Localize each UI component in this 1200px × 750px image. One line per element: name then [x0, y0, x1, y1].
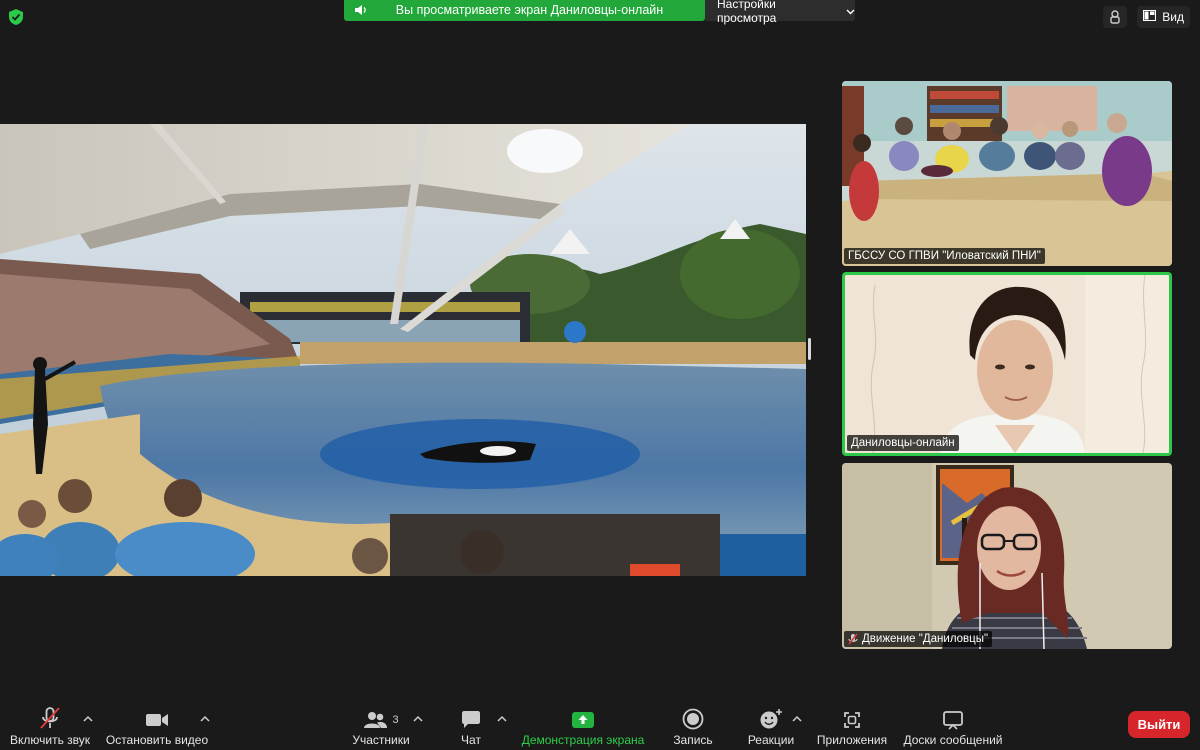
reactions-options-chevron-icon[interactable] — [792, 710, 802, 722]
chat-icon — [460, 706, 482, 730]
participant-name-label: Движение "Даниловцы" — [844, 631, 993, 647]
shared-screen-content[interactable] — [0, 124, 806, 576]
mic-muted-icon — [848, 633, 858, 645]
top-right-controls: Вид — [1103, 6, 1190, 28]
record-button[interactable]: Запись — [668, 700, 718, 750]
split-view-handle[interactable] — [808, 338, 811, 360]
privacy-indicator-icon[interactable] — [1103, 6, 1128, 28]
participants-options-chevron-icon[interactable] — [413, 710, 423, 722]
view-icon — [1143, 10, 1157, 24]
share-screen-button[interactable]: Демонстрация экрана — [516, 700, 650, 750]
chevron-down-icon — [846, 4, 855, 18]
participants-count: 3 — [392, 714, 399, 726]
reactions-button[interactable]: Реакции — [742, 700, 800, 750]
whiteboard-icon — [942, 706, 964, 730]
view-options-button[interactable]: Настройки просмотра — [705, 0, 855, 25]
audio-options-chevron-icon[interactable] — [83, 710, 93, 722]
meeting-toolbar: Включить звук Остановить видео 3 Участни… — [0, 700, 1200, 750]
camera-icon — [144, 706, 170, 730]
chat-button[interactable]: Чат — [446, 700, 496, 750]
top-bar: Вы просматриваете экран Даниловцы-онлайн… — [0, 0, 1200, 36]
view-button-label: Вид — [1162, 10, 1184, 24]
unmute-button[interactable]: Включить звук — [4, 700, 96, 750]
stop-video-button[interactable]: Остановить видео — [104, 700, 210, 750]
reactions-icon — [759, 706, 783, 730]
record-icon — [682, 706, 704, 730]
video-tile-participant-1[interactable]: ГБССУ СО ГПВИ "Иловатский ПНИ" — [842, 81, 1172, 266]
video-tile-participant-2-active-speaker[interactable]: Даниловцы-онлайн — [842, 272, 1172, 456]
share-banner-text: Вы просматриваете экран Даниловцы-онлайн — [395, 3, 664, 17]
mic-muted-icon — [38, 706, 62, 730]
share-screen-icon — [571, 706, 595, 730]
participant-name-label: Даниловцы-онлайн — [847, 435, 959, 451]
view-button[interactable]: Вид — [1137, 6, 1190, 28]
screen-share-banner: Вы просматриваете экран Даниловцы-онлайн — [344, 0, 705, 21]
apps-button[interactable]: Приложения — [814, 700, 890, 750]
view-options-label: Настройки просмотра — [717, 0, 777, 25]
participant-name-label: ГБССУ СО ГПВИ "Иловатский ПНИ" — [844, 248, 1045, 264]
whiteboards-button[interactable]: Доски сообщений — [900, 700, 1006, 750]
shield-check-icon[interactable] — [8, 8, 24, 26]
video-options-chevron-icon[interactable] — [200, 710, 210, 722]
participants-button[interactable]: 3 Участники — [346, 700, 416, 750]
chat-options-chevron-icon[interactable] — [497, 710, 507, 722]
video-tile-participant-3[interactable]: Движение "Даниловцы" — [842, 463, 1172, 649]
participants-icon: 3 — [363, 706, 399, 730]
apps-icon — [842, 706, 862, 730]
leave-meeting-button[interactable]: Выйти — [1128, 711, 1190, 738]
